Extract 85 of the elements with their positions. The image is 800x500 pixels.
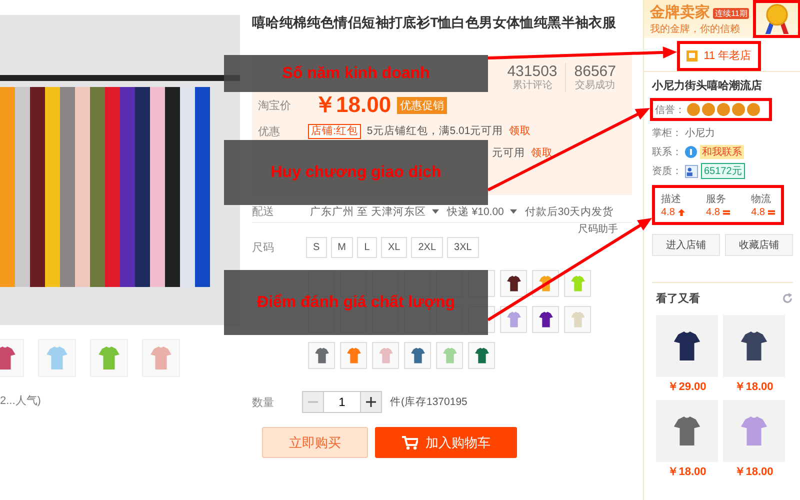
rating-label: 描述 <box>661 192 682 206</box>
section-title: 看了又看 <box>656 292 700 306</box>
size-option[interactable]: 2XL <box>411 237 444 258</box>
color-option[interactable] <box>372 342 399 369</box>
price-label: 淘宝价 <box>258 98 292 112</box>
shipping-fee-dropdown[interactable]: 快递 ¥10.00 <box>446 204 517 218</box>
shipping-label: 配送 <box>252 205 275 219</box>
medal-icon <box>732 103 745 116</box>
color-option[interactable] <box>404 342 431 369</box>
annotation-tooltip: Huy chương giao dịch <box>224 140 488 205</box>
shop-icon <box>686 50 698 62</box>
owner-name: 小尼力 <box>685 126 715 140</box>
size-helper-link[interactable]: 尺码助手 <box>578 223 618 235</box>
size-option[interactable]: M <box>330 237 354 258</box>
rating-label: 服务 <box>706 193 728 206</box>
shop-age: 11 年老店 <box>704 48 752 63</box>
coupon-tag: 店铺:红包 <box>308 124 361 139</box>
stock-text: 件(库存1370195 <box>390 395 468 409</box>
deposit-badge: 65172元 <box>701 163 745 179</box>
product-image[interactable] <box>723 315 785 377</box>
thumbnail[interactable] <box>90 339 128 377</box>
rating-label: 物流 <box>751 192 772 206</box>
product-price: ￥18.00 <box>668 465 706 479</box>
product-title: 嘻哈纯棉纯色情侣短袖打底衫T恤白色男女体恤纯黑半袖衣服 <box>252 14 618 32</box>
thumbnail[interactable] <box>142 339 180 377</box>
product-image[interactable] <box>656 315 718 377</box>
delivery-note: 付款后30天内发货 <box>524 204 614 218</box>
quantity-label: 数量 <box>252 396 275 410</box>
price: ￥18.00 <box>314 91 392 119</box>
caret-icon <box>432 209 439 214</box>
size-option[interactable]: XL <box>381 237 408 258</box>
rating-score: 4.8 <box>751 207 765 218</box>
rating-score: 4.8 <box>661 207 675 218</box>
size-label: 尺码 <box>252 241 275 255</box>
shop-name: 小尼力街头嘻哈潮流店 <box>652 78 763 93</box>
color-option[interactable] <box>340 342 367 369</box>
credit-label: 信誉： <box>655 104 685 116</box>
chat-icon <box>685 146 697 158</box>
color-option[interactable] <box>532 306 559 333</box>
slogan: 我的金牌，你的信赖 <box>650 22 741 36</box>
refresh-icon[interactable] <box>782 293 793 304</box>
medal-icon <box>717 103 730 116</box>
color-option[interactable] <box>308 342 335 369</box>
quantity-field[interactable]: 1 <box>324 391 360 413</box>
qualification-label: 资质： <box>652 164 682 178</box>
cart-icon <box>402 436 418 450</box>
owner-label: 掌柜： <box>652 126 682 140</box>
thumbnail[interactable] <box>38 339 76 377</box>
seller-tier-title: 金牌卖家 <box>650 4 710 22</box>
size-option[interactable]: 3XL <box>447 237 479 258</box>
increase-button[interactable] <box>360 391 382 413</box>
stat-label: 累计评论 <box>512 80 552 92</box>
color-option[interactable] <box>436 342 463 369</box>
rating-score: 4.8 <box>706 207 720 218</box>
promo-badge: 优惠促销 <box>397 96 448 114</box>
color-option[interactable] <box>500 306 527 333</box>
product-price: ￥18.00 <box>734 380 774 394</box>
color-option[interactable] <box>564 306 591 333</box>
color-option[interactable] <box>468 342 495 369</box>
license-icon <box>685 164 698 178</box>
size-option[interactable]: L <box>357 237 378 258</box>
stat-value: 86567 <box>574 63 616 80</box>
contact-label: 联系： <box>652 146 682 159</box>
coupon-label: 优惠 <box>258 124 281 139</box>
plus-icon <box>366 397 376 407</box>
coupon-text: 元可用 <box>492 147 525 160</box>
coupon-text: 5元店铺红包，满5.01元可用 <box>366 125 504 138</box>
popularity-text: 2...人气) <box>0 394 42 408</box>
annotation-tooltip: Điểm đánh giá chất lượng <box>224 270 488 335</box>
shop-button[interactable]: 收藏店铺 <box>725 234 793 256</box>
caret-icon <box>510 209 517 214</box>
medal-icon <box>687 103 700 116</box>
size-option[interactable]: S <box>306 237 327 258</box>
annotation-tooltip: Số năm kinh doanh <box>224 55 488 92</box>
shop-button[interactable]: 进入店铺 <box>652 234 720 256</box>
medal-icon <box>747 103 760 116</box>
streak-badge: 连续11期 <box>713 8 750 18</box>
color-option[interactable] <box>564 270 591 297</box>
product-price: ￥18.00 <box>734 465 774 479</box>
product-price: ￥29.00 <box>668 380 706 394</box>
medal-icon <box>702 103 715 116</box>
stat-label: 交易成功 <box>575 80 616 92</box>
color-option[interactable] <box>500 270 527 297</box>
stat-value: 431503 <box>507 63 558 80</box>
route-dropdown[interactable]: 广东广州 至 天津河东区 <box>310 204 439 218</box>
